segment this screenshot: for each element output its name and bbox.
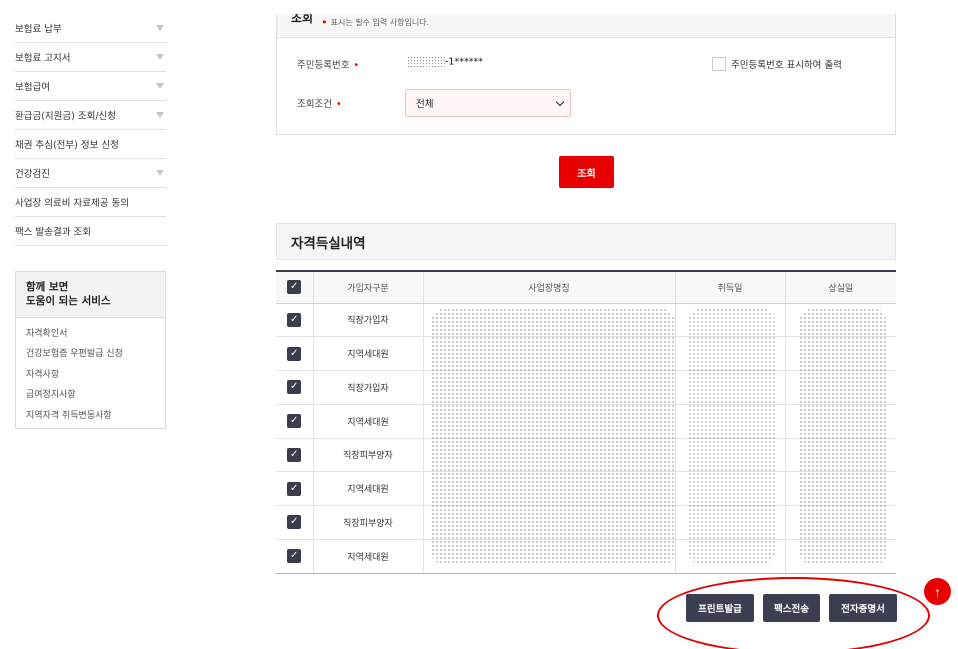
member-type-cell: 지역세대원 bbox=[313, 404, 424, 439]
header-workplace-name: 사업장명칭 bbox=[423, 270, 676, 304]
required-mark: • bbox=[321, 16, 328, 29]
header-acquired-date: 취득일 bbox=[675, 270, 786, 304]
member-type-cell: 지역세대원 bbox=[313, 471, 424, 506]
sidebar-item-health-checkup[interactable]: 건강검진 bbox=[15, 159, 166, 188]
chevron-down-icon bbox=[156, 54, 164, 60]
redaction-mask-acquired-date bbox=[688, 308, 775, 565]
related-link-regional-changes[interactable]: 지역자격 취득변동사항 bbox=[26, 406, 155, 426]
member-type-cell: 직장가입자 bbox=[313, 370, 424, 405]
redaction-mask-workplace bbox=[431, 308, 675, 565]
related-link-qualification-items[interactable]: 자격사항 bbox=[26, 365, 155, 385]
header-lost-date: 상실일 bbox=[785, 270, 896, 304]
sidebar-item-label: 사업장 의료비 자료제공 동의 bbox=[15, 198, 129, 209]
related-link-qualification-cert[interactable]: 자격확인서 bbox=[26, 324, 155, 344]
condition-label: 조회조건 • bbox=[297, 99, 342, 110]
row-checkbox[interactable]: ✓ bbox=[287, 346, 302, 361]
show-rrn-checkbox[interactable] bbox=[712, 57, 726, 71]
related-services-box: 함께 보면 도움이 되는 서비스 자격확인서 건강보험증 우편발급 신청 자격사… bbox=[15, 271, 166, 429]
row-checkbox[interactable]: ✓ bbox=[287, 414, 302, 429]
sidebar-item-label: 보험료 납부 bbox=[15, 24, 62, 35]
sidebar-item-premium-payment[interactable]: 보험료 납부 bbox=[15, 14, 166, 43]
sidebar-item-label: 보험급여 bbox=[15, 82, 50, 93]
row-checkbox[interactable]: ✓ bbox=[287, 312, 302, 327]
masked-rrn-prefix bbox=[407, 56, 445, 68]
chevron-down-icon bbox=[156, 83, 164, 89]
sidebar-item-debt-collection[interactable]: 채권 추심(전부) 정보 신청 bbox=[15, 130, 166, 159]
member-type-cell: 직장피부양자 bbox=[313, 505, 424, 540]
condition-select-value: 전체 bbox=[416, 99, 434, 110]
chevron-down-icon bbox=[555, 97, 565, 107]
e-certificate-button[interactable]: 전자증명서 bbox=[829, 594, 897, 622]
sidebar-item-fax-result[interactable]: 팩스 발송결과 조회 bbox=[15, 217, 166, 246]
row-checkbox[interactable]: ✓ bbox=[287, 549, 302, 564]
search-button[interactable]: 조회 bbox=[559, 156, 614, 188]
related-link-benefit-suspension[interactable]: 급여정지사항 bbox=[26, 385, 155, 405]
row-checkbox[interactable]: ✓ bbox=[287, 515, 302, 530]
sidebar-item-label: 채권 추심(전부) 정보 신청 bbox=[15, 140, 119, 151]
related-services-list: 자격확인서 건강보험증 우편발급 신청 자격사항 급여정지사항 지역자격 취득변… bbox=[16, 318, 165, 432]
search-panel-header: 조회 • 표시는 필수 입력 사항입니다. bbox=[277, 14, 895, 38]
redaction-mask-lost-date bbox=[799, 308, 887, 565]
sidebar-item-label: 팩스 발송결과 조회 bbox=[15, 227, 91, 238]
required-note: 표시는 필수 입력 사항입니다. bbox=[330, 18, 430, 27]
required-mark: • bbox=[335, 99, 342, 110]
show-rrn-label: 주민등록번호 표시하여 출력 bbox=[731, 60, 842, 71]
select-all-cell: ✓ bbox=[276, 270, 314, 304]
chevron-down-icon bbox=[156, 170, 164, 176]
arrow-up-icon: ↑ bbox=[934, 583, 941, 600]
member-type-cell: 지역세대원 bbox=[313, 336, 424, 371]
header-member-type: 가입자구분 bbox=[313, 270, 424, 304]
member-type-cell: 직장피부양자 bbox=[313, 438, 424, 473]
rrn-value: -1****** bbox=[407, 56, 483, 68]
member-type-cell: 지역세대원 bbox=[313, 539, 424, 574]
show-rrn-option: 주민등록번호 표시하여 출력 bbox=[712, 57, 842, 71]
sidebar-item-medical-data-consent[interactable]: 사업장 의료비 자료제공 동의 bbox=[15, 188, 166, 217]
table-header-row: ✓ 가입자구분 사업장명칭 취득일 상실일 bbox=[276, 270, 896, 304]
required-mark: • bbox=[353, 60, 360, 71]
sidebar-item-label: 건강검진 bbox=[15, 169, 50, 180]
related-services-title: 함께 보면 도움이 되는 서비스 bbox=[16, 272, 165, 318]
select-all-checkbox[interactable]: ✓ bbox=[287, 280, 302, 295]
search-panel: 조회 • 표시는 필수 입력 사항입니다. 주민등록번호 • -1****** 주… bbox=[276, 14, 896, 135]
sidebar-item-refund[interactable]: 환급금(지원금) 조회/신청 bbox=[15, 101, 166, 130]
sidebar-item-benefits[interactable]: 보험급여 bbox=[15, 72, 166, 101]
scroll-top-button[interactable]: ↑ bbox=[924, 578, 951, 605]
sidebar-menu: 보험료 납부 보험료 고지서 보험급여 환급금(지원금) 조회/신청 채권 추심… bbox=[15, 14, 166, 246]
fax-send-button[interactable]: 팩스전송 bbox=[763, 594, 820, 622]
condition-select[interactable]: 전체 bbox=[405, 89, 571, 117]
sidebar-item-premium-notice[interactable]: 보험료 고지서 bbox=[15, 43, 166, 72]
related-link-insurance-card-mail[interactable]: 건강보험증 우편발급 신청 bbox=[26, 344, 155, 364]
section-title: 자격득실내역 bbox=[291, 235, 366, 252]
search-panel-title: 조회 bbox=[291, 14, 314, 25]
rrn-label: 주민등록번호 • bbox=[297, 60, 360, 71]
sidebar-item-label: 보험료 고지서 bbox=[15, 53, 71, 64]
sidebar-item-label: 환급금(지원금) 조회/신청 bbox=[15, 111, 117, 122]
print-issue-button[interactable]: 프린트발급 bbox=[686, 594, 754, 622]
row-checkbox[interactable]: ✓ bbox=[287, 380, 302, 395]
member-type-cell: 직장가입자 bbox=[313, 303, 424, 338]
row-checkbox[interactable]: ✓ bbox=[287, 447, 302, 462]
chevron-down-icon bbox=[156, 25, 164, 31]
row-checkbox[interactable]: ✓ bbox=[287, 481, 302, 496]
section-header: 자격득실내역 bbox=[276, 223, 896, 260]
chevron-down-icon bbox=[156, 112, 164, 118]
